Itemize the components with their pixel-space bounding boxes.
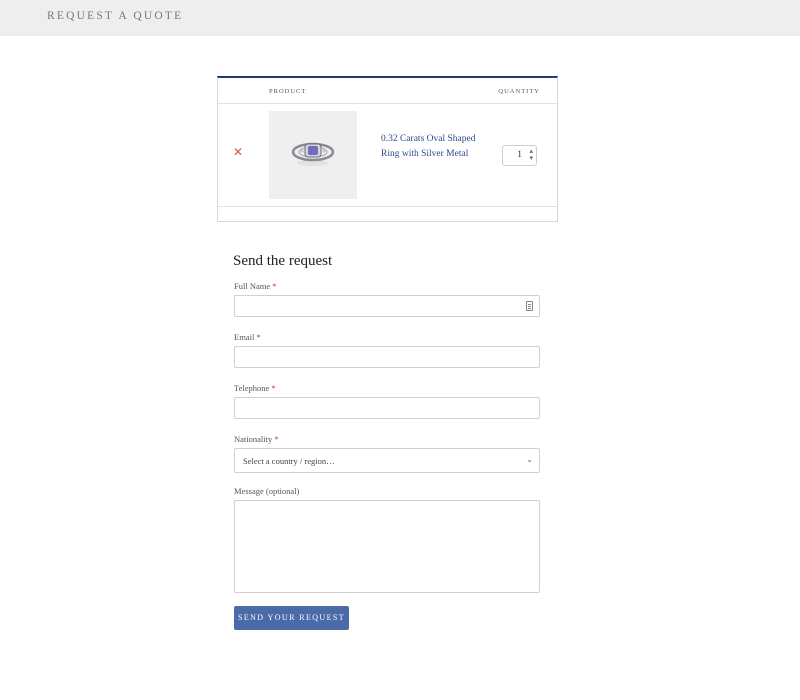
column-header-product: PRODUCT <box>269 88 307 95</box>
quote-table: PRODUCT QUANTITY ✕ 0.32 Carats Oval Shap… <box>217 76 558 222</box>
top-bar: REQUEST A QUOTE <box>0 0 800 36</box>
nationality-label: Nationality * <box>234 434 279 444</box>
message-textarea[interactable] <box>234 500 540 593</box>
product-thumbnail[interactable] <box>269 111 357 199</box>
chevron-down-icon[interactable]: ⌄ <box>526 455 533 464</box>
full-name-label: Full Name * <box>234 281 277 291</box>
message-label: Message (optional) <box>234 486 300 496</box>
required-mark: * <box>256 332 261 342</box>
nationality-label-text: Nationality <box>234 434 273 444</box>
spinner-icon[interactable]: ▴ ▾ <box>529 148 533 162</box>
divider <box>218 103 557 104</box>
product-name-link[interactable]: 0.32 Carats Oval Shaped Ring with Silver… <box>381 132 476 162</box>
full-name-label-text: Full Name <box>234 281 271 291</box>
email-label-text: Email <box>234 332 255 342</box>
contact-card-icon[interactable] <box>526 301 533 311</box>
nationality-selected-value: Select a country / region… <box>243 456 335 466</box>
form-title: Send the request <box>233 253 333 269</box>
email-label: Email * <box>234 332 261 342</box>
required-mark: * <box>274 434 279 444</box>
quantity-stepper[interactable]: 1 ▴ ▾ <box>502 145 537 166</box>
nationality-select[interactable]: Select a country / region… ⌄ <box>234 448 540 473</box>
close-icon[interactable]: ✕ <box>233 146 243 158</box>
quantity-value: 1 <box>517 150 522 160</box>
send-request-button[interactable]: SEND YOUR REQUEST <box>234 606 349 630</box>
divider <box>218 206 557 207</box>
full-name-field[interactable] <box>234 295 540 317</box>
ring-image <box>291 142 335 166</box>
email-field[interactable] <box>234 346 540 368</box>
column-header-quantity: QUANTITY <box>498 88 540 95</box>
page-title: REQUEST A QUOTE <box>47 10 184 22</box>
telephone-field[interactable] <box>234 397 540 419</box>
required-mark: * <box>272 281 277 291</box>
required-mark: * <box>271 383 276 393</box>
telephone-label: Telephone * <box>234 383 276 393</box>
telephone-label-text: Telephone <box>234 383 270 393</box>
